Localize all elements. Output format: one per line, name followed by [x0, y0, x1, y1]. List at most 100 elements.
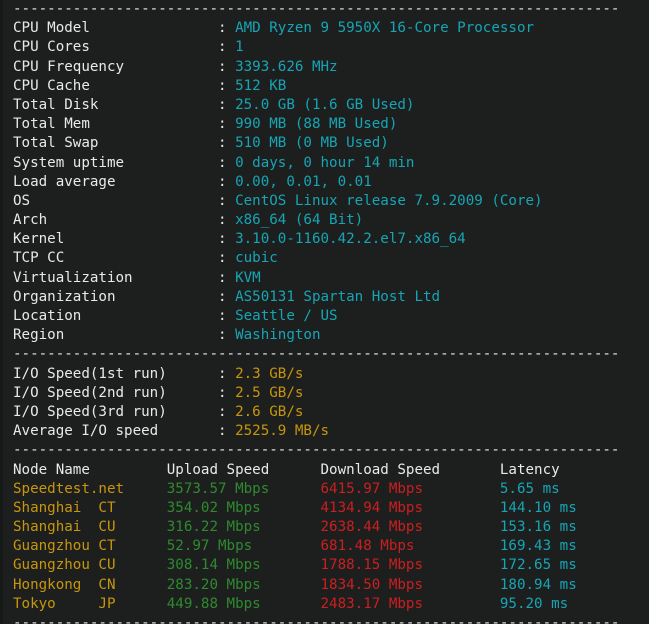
colon-separator: :: [218, 423, 236, 440]
node-name-cell: Guangzhou CT: [13, 538, 167, 555]
download-speed-cell: 2483.17 Mbps: [320, 595, 500, 612]
info-label: Total Swap: [13, 135, 218, 152]
colon-separator: :: [218, 39, 236, 56]
info-label: Virtualization: [13, 269, 218, 286]
info-label: Load average: [13, 173, 218, 190]
info-value: 0 days, 0 hour 14 min: [235, 154, 415, 171]
io-speed-row: I/O Speed(3rd run) : 2.6 GB/s: [0, 403, 649, 422]
system-info-block: CPU Model : AMD Ryzen 9 5950X 16-Core Pr…: [0, 19, 649, 345]
system-info-row: Location : Seattle / US: [0, 307, 649, 326]
colon-separator: :: [218, 269, 236, 286]
info-value: 25.0 GB (1.6 GB Used): [235, 96, 415, 113]
info-label: CPU Cores: [13, 39, 218, 56]
system-info-row: Total Swap : 510 MB (0 MB Used): [0, 134, 649, 153]
column-header-node-name: Node Name: [13, 461, 167, 478]
system-info-row: Arch : x86_64 (64 Bit): [0, 211, 649, 230]
download-speed-cell: 4134.94 Mbps: [320, 499, 500, 516]
system-info-row: CPU Cores : 1: [0, 38, 649, 57]
info-value: 3.10.0-1160.42.2.el7.x86_64: [235, 231, 466, 248]
node-name-cell: Hongkong CN: [13, 576, 167, 593]
colon-separator: :: [218, 384, 236, 401]
latency-cell: 153.16 ms: [499, 519, 577, 536]
download-speed-cell: 2638.44 Mbps: [320, 519, 500, 536]
info-value: Seattle / US: [235, 308, 338, 324]
colon-separator: :: [218, 212, 236, 229]
column-header-latency: Latency: [499, 461, 560, 478]
info-label: Total Mem: [13, 116, 218, 133]
info-label: TCP CC: [13, 250, 218, 267]
info-label: Region: [13, 327, 218, 344]
system-info-row: Kernel : 3.10.0-1160.42.2.el7.x86_64: [0, 230, 649, 249]
info-value: 2.5 GB/s: [235, 384, 304, 401]
speedtest-header-row: Node Name Upload Speed Download Speed La…: [0, 461, 649, 480]
info-value: 2525.9 MB/s: [235, 423, 330, 440]
speedtest-row: Shanghai CT 354.02 Mbps 4134.94 Mbps 144…: [0, 499, 649, 518]
upload-speed-cell: 283.20 Mbps: [166, 576, 321, 593]
speedtest-column-headers: Node Name Upload Speed Download Speed La…: [0, 461, 649, 480]
node-name-cell: Guangzhou CU: [13, 557, 167, 574]
info-value: cubic: [235, 250, 278, 267]
colon-separator: :: [218, 58, 236, 75]
speedtest-row: Hongkong CN 283.20 Mbps 1834.50 Mbps 180…: [0, 576, 649, 595]
latency-cell: 172.65 ms: [499, 557, 577, 574]
info-label: Location: [13, 308, 218, 324]
latency-cell: 169.43 ms: [499, 538, 577, 555]
info-label: CPU Frequency: [13, 58, 218, 75]
separator-top: ----------------------------------------…: [13, 1, 620, 17]
column-header-upload-speed: Upload Speed: [166, 461, 321, 478]
info-label: System uptime: [13, 154, 218, 171]
colon-separator: :: [218, 365, 236, 382]
system-info-row: CPU Model : AMD Ryzen 9 5950X 16-Core Pr…: [0, 19, 649, 38]
download-speed-cell: 1788.15 Mbps: [320, 557, 500, 574]
system-info-row: CPU Frequency : 3393.626 MHz: [0, 58, 649, 77]
info-label: I/O Speed(2nd run): [13, 384, 218, 401]
system-info-row: Organization : AS50131 Spartan Host Ltd: [0, 288, 649, 307]
system-info-row: Total Disk : 25.0 GB (1.6 GB Used): [0, 96, 649, 115]
colon-separator: :: [218, 173, 236, 190]
speedtest-row: Speedtest.net 3573.57 Mbps 6415.97 Mbps …: [0, 480, 649, 499]
colon-separator: :: [218, 308, 236, 324]
latency-cell: 5.65 ms: [499, 480, 560, 497]
system-info-row: Region : Washington: [0, 326, 649, 345]
upload-speed-cell: 449.88 Mbps: [166, 595, 321, 612]
upload-speed-cell: 3573.57 Mbps: [166, 480, 321, 497]
speedtest-row: Guangzhou CT 52.97 Mbps 681.48 Mbps 169.…: [0, 537, 649, 556]
info-label: CPU Model: [13, 20, 218, 37]
info-label: I/O Speed(3rd run): [13, 403, 218, 420]
colon-separator: :: [218, 116, 236, 133]
terminal-output: ----------------------------------------…: [0, 0, 649, 624]
system-info-row: OS : CentOS Linux release 7.9.2009 (Core…: [0, 192, 649, 211]
terminal-window[interactable]: ----------------------------------------…: [0, 0, 649, 624]
info-value: AS50131 Spartan Host Ltd: [235, 288, 441, 305]
download-speed-cell: 681.48 Mbps: [320, 538, 500, 555]
system-info-row: Virtualization : KVM: [0, 269, 649, 288]
speedtest-row: Tokyo JP 449.88 Mbps 2483.17 Mbps 95.20 …: [0, 595, 649, 614]
info-label: Arch: [13, 212, 218, 229]
system-info-row: Total Mem : 990 MB (88 MB Used): [0, 115, 649, 134]
info-value: 1: [235, 39, 244, 56]
info-value: 512 KB: [235, 77, 287, 94]
info-value: Washington: [235, 327, 321, 344]
system-info-row: TCP CC : cubic: [0, 249, 649, 268]
info-value: x86_64 (64 Bit): [235, 212, 364, 229]
system-info-row: CPU Cache : 512 KB: [0, 77, 649, 96]
info-label: I/O Speed(1st run): [13, 365, 218, 382]
colon-separator: :: [218, 77, 236, 94]
latency-cell: 144.10 ms: [499, 499, 577, 516]
colon-separator: :: [218, 231, 236, 248]
separator-bottom: ----------------------------------------…: [13, 615, 620, 624]
speedtest-row: Shanghai CU 316.22 Mbps 2638.44 Mbps 153…: [0, 518, 649, 537]
info-value: 0.00, 0.01, 0.01: [235, 173, 372, 190]
info-label: CPU Cache: [13, 77, 218, 94]
info-label: Kernel: [13, 231, 218, 248]
node-name-cell: Shanghai CT: [13, 499, 167, 516]
io-speed-block: I/O Speed(1st run) : 2.3 GB/s I/O Speed(2…: [0, 365, 649, 442]
info-value: 990 MB (88 MB Used): [235, 116, 398, 133]
colon-separator: :: [218, 192, 236, 209]
system-info-row: Load average : 0.00, 0.01, 0.01: [0, 173, 649, 192]
info-value: KVM: [235, 269, 261, 286]
colon-separator: :: [218, 96, 236, 113]
info-value: 2.3 GB/s: [235, 365, 304, 382]
system-info-row: System uptime : 0 days, 0 hour 14 min: [0, 154, 649, 173]
latency-cell: 95.20 ms: [499, 595, 569, 612]
